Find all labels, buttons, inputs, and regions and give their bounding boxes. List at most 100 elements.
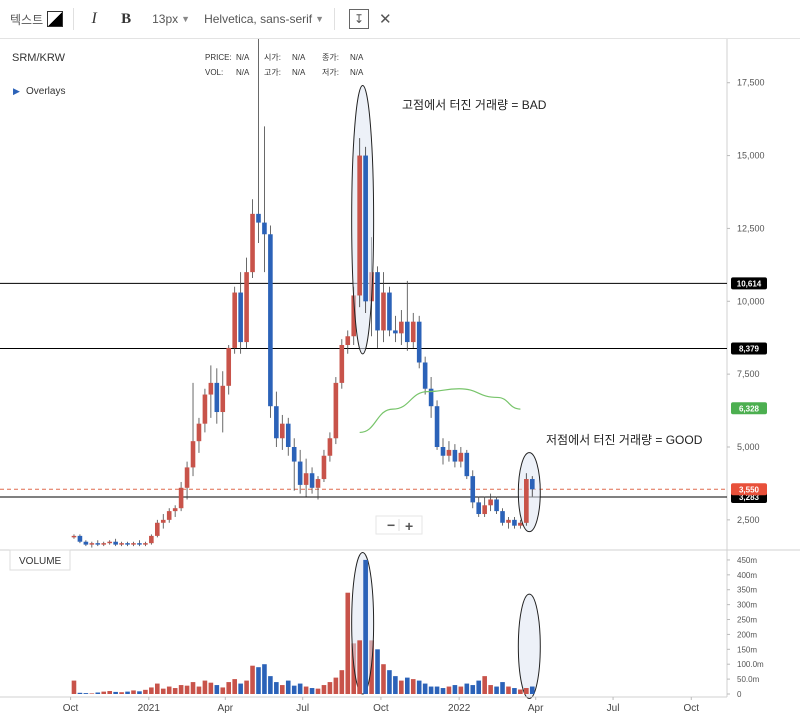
- volume-tick-label: 50.0m: [737, 675, 760, 684]
- annotation-top: 고점에서 터진 거래량 = BAD: [402, 98, 547, 112]
- candle-body: [232, 292, 237, 348]
- candle-body: [506, 519, 511, 523]
- italic-button[interactable]: I: [82, 7, 106, 31]
- volume-bar: [464, 683, 470, 694]
- high-value: N/A: [292, 68, 306, 77]
- volume-tick-label: 200m: [737, 630, 757, 639]
- candle-body: [458, 452, 464, 462]
- font-size-dropdown[interactable]: 13px ▼: [152, 12, 190, 26]
- candle-body: [345, 336, 351, 345]
- volume-bar: [89, 693, 95, 694]
- candle-body: [297, 461, 303, 485]
- candle-body: [357, 155, 362, 296]
- volume-tick-label: 0: [737, 690, 742, 699]
- volume-bar: [178, 685, 184, 694]
- highlight-ellipse-top: [351, 84, 375, 355]
- low-value: N/A: [350, 68, 364, 77]
- chevron-down-icon: ▼: [315, 14, 325, 24]
- bold-button[interactable]: B: [114, 7, 138, 31]
- volume-bar: [506, 686, 511, 694]
- zoom-out-button[interactable]: −: [387, 517, 395, 533]
- volume-bar: [113, 691, 118, 694]
- volume-tick-label: 350m: [737, 586, 757, 595]
- volume-bar: [446, 686, 452, 694]
- volume-bar: [524, 688, 529, 694]
- volume-bar: [393, 676, 398, 694]
- text-color-control[interactable]: 텍스트: [10, 11, 64, 28]
- volume-bar: [262, 664, 267, 694]
- price-tick-label: 7,500: [737, 369, 760, 379]
- volume-bar: [279, 685, 285, 694]
- volume-bar: [315, 688, 321, 694]
- volume-bar: [196, 686, 202, 694]
- close-icon[interactable]: ✕: [379, 10, 392, 28]
- candle-body: [315, 479, 321, 488]
- volume-bar: [303, 686, 309, 694]
- font-size-value: 13px: [152, 12, 179, 26]
- candle-body: [500, 511, 505, 523]
- volume-bar: [494, 686, 499, 694]
- volume-bar: [500, 682, 505, 694]
- volume-bar: [232, 679, 237, 694]
- candle-body: [160, 519, 166, 523]
- price-tick-label: 12,500: [737, 223, 765, 233]
- candle-body: [155, 522, 160, 536]
- volume-bar: [422, 683, 428, 694]
- candle-body: [440, 447, 446, 456]
- candle-body: [172, 508, 178, 512]
- candle-body: [202, 394, 208, 424]
- volume-bar: [297, 683, 303, 694]
- candle-body: [71, 535, 77, 538]
- overlays-label[interactable]: Overlays: [26, 86, 65, 97]
- x-tick-label: Oct: [63, 703, 79, 714]
- highlight-ellipse-bottom: [517, 452, 541, 533]
- volume-tick-label: 400m: [737, 571, 757, 580]
- candle-body: [404, 321, 410, 343]
- volume-bar: [357, 640, 362, 694]
- volume-bar: [387, 670, 392, 694]
- text-label: 텍스트: [10, 12, 44, 27]
- candle-body: [375, 272, 380, 331]
- candle-body: [107, 541, 112, 544]
- volume-bar: [291, 685, 297, 694]
- volume-bar: [226, 682, 232, 694]
- volume-bar: [512, 688, 517, 694]
- candle-body: [363, 155, 368, 302]
- candle-body: [524, 479, 529, 523]
- download-arrow-icon[interactable]: ↧: [349, 9, 370, 29]
- candle-body: [529, 479, 535, 490]
- candle-body: [214, 382, 220, 413]
- low-label: 저가:: [322, 68, 339, 77]
- candle-body: [274, 406, 279, 439]
- volume-bar: [268, 676, 273, 694]
- symbol-label: SRM/KRW: [12, 52, 66, 64]
- candle-body: [244, 272, 249, 343]
- triangle-right-icon[interactable]: ▶: [13, 86, 20, 96]
- candle-body: [291, 447, 297, 462]
- x-tick-label: Oct: [684, 703, 700, 714]
- candle-body: [196, 423, 202, 442]
- volume-tick-label: 150m: [737, 645, 757, 654]
- x-tick-label: Apr: [218, 703, 234, 714]
- candle-body: [410, 321, 416, 343]
- volume-bar: [77, 692, 83, 694]
- volume-bar: [416, 680, 422, 694]
- volume-bar: [220, 687, 226, 694]
- font-family-dropdown[interactable]: Helvetica, sans-serif ▼: [204, 12, 324, 26]
- candle-body: [95, 543, 101, 545]
- divider: [334, 8, 336, 30]
- candle-body: [77, 535, 83, 542]
- volume-highlight-ellipse-top: [351, 551, 375, 695]
- color-swatch-icon[interactable]: [47, 11, 64, 27]
- volume-bar: [404, 677, 410, 694]
- volume-bar: [452, 685, 458, 694]
- volume-bar: [244, 680, 249, 694]
- zoom-controls: − +: [375, 515, 423, 535]
- candlestick-chart[interactable]: 2,5005,0007,50010,00012,50015,00017,500 …: [0, 39, 800, 718]
- chart-area[interactable]: 2,500 5,000 7,500 10,000 12,500 15,000 17,500 …: [0, 39, 800, 723]
- volume-bar: [214, 685, 220, 694]
- volume-bar: [256, 667, 261, 694]
- zoom-in-button[interactable]: +: [405, 518, 413, 534]
- level-badge-label: 8,379: [739, 345, 760, 354]
- candle-body: [333, 382, 339, 439]
